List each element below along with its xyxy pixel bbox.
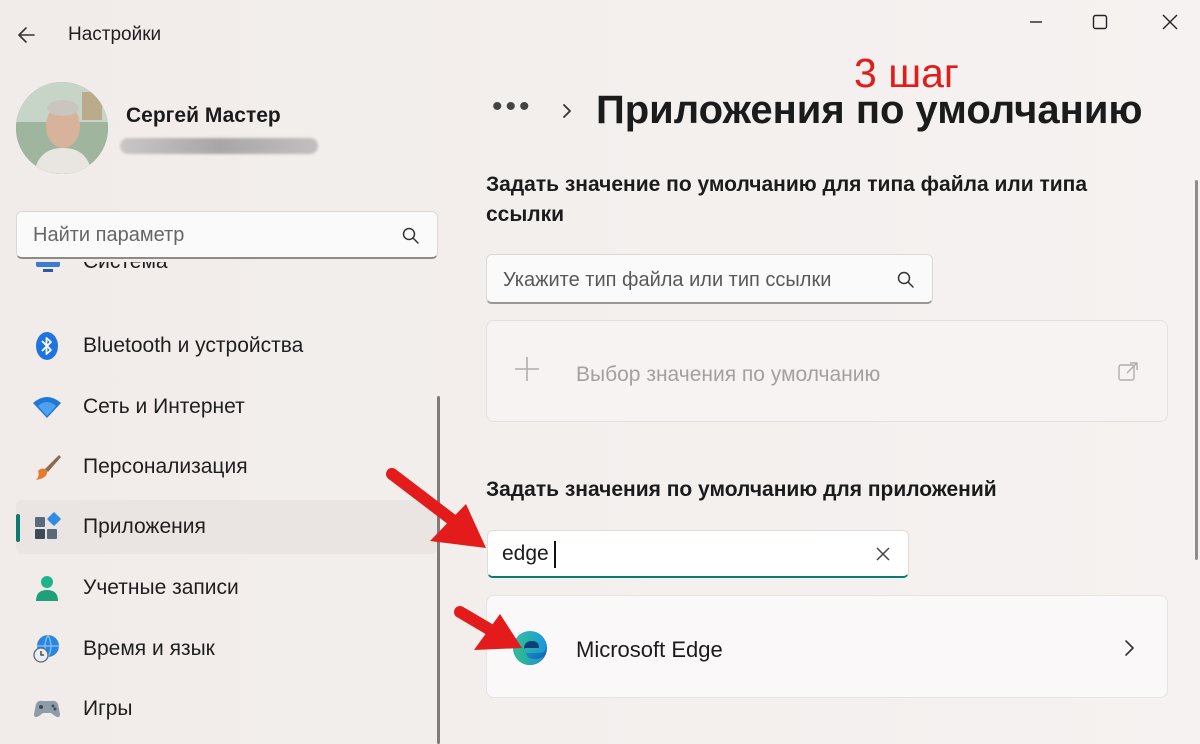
apps-section-title: Задать значения по умолчанию для приложе… bbox=[486, 478, 997, 501]
file-type-search-box[interactable] bbox=[486, 254, 933, 304]
sidebar-item-system-partial[interactable]: Система bbox=[16, 262, 438, 296]
user-email-redacted bbox=[120, 138, 318, 154]
system-icon bbox=[36, 262, 60, 272]
minimize-button[interactable] bbox=[1016, 8, 1056, 36]
wifi-icon bbox=[33, 397, 61, 418]
plus-icon bbox=[515, 357, 539, 381]
sidebar-item-label: Сеть и Интернет bbox=[83, 395, 245, 418]
sidebar-item-personalization[interactable]: Персонализация bbox=[16, 440, 438, 494]
microsoft-edge-icon bbox=[513, 631, 547, 665]
user-photo-icon bbox=[16, 82, 108, 174]
sidebar-item-time-language[interactable]: Время и язык bbox=[16, 622, 438, 676]
sidebar-item-accounts[interactable]: Учетные записи bbox=[16, 561, 438, 615]
maximize-icon bbox=[1092, 14, 1108, 30]
account-icon bbox=[36, 576, 58, 601]
close-button[interactable] bbox=[1150, 8, 1190, 36]
sidebar-item-label: Bluetooth и устройства bbox=[83, 334, 304, 357]
settings-search-input[interactable] bbox=[33, 224, 393, 247]
choose-default-card: Выбор значения по умолчанию bbox=[486, 320, 1168, 422]
sidebar-item-label: Персонализация bbox=[83, 455, 248, 478]
sidebar-item-network[interactable]: Сеть и Интернет bbox=[16, 380, 438, 434]
app-search-box[interactable]: edge bbox=[487, 530, 909, 578]
breadcrumb-overflow-button[interactable]: ••• bbox=[492, 90, 533, 124]
choose-default-label: Выбор значения по умолчанию bbox=[576, 363, 881, 386]
sidebar-item-label: Приложения bbox=[83, 515, 206, 538]
app-search-input[interactable]: edge bbox=[502, 542, 842, 566]
text-caret bbox=[554, 541, 556, 568]
back-arrow-icon bbox=[18, 27, 35, 43]
close-icon bbox=[1162, 14, 1178, 30]
sidebar-item-apps[interactable]: Приложения bbox=[16, 500, 438, 554]
content-scrollbar[interactable] bbox=[1195, 180, 1198, 560]
open-external-icon bbox=[1118, 362, 1138, 381]
gamepad-icon bbox=[34, 700, 60, 718]
app-result-microsoft-edge[interactable]: Microsoft Edge bbox=[486, 595, 1168, 698]
sidebar-item-label: Время и язык bbox=[83, 637, 215, 660]
sidebar-item-label: Система bbox=[83, 262, 168, 274]
avatar[interactable] bbox=[16, 82, 108, 174]
user-name: Сергей Мастер bbox=[126, 104, 281, 127]
file-type-search-input[interactable] bbox=[503, 269, 873, 292]
sidebar-item-gaming[interactable]: Игры bbox=[16, 682, 438, 736]
bluetooth-icon bbox=[36, 332, 58, 360]
file-type-section-title: Задать значение по умолчанию для типа фа… bbox=[486, 173, 1088, 226]
clear-icon[interactable] bbox=[874, 545, 892, 563]
back-button[interactable] bbox=[14, 22, 42, 48]
breadcrumb-chevron-icon bbox=[563, 104, 571, 118]
brush-icon bbox=[36, 455, 61, 480]
maximize-button[interactable] bbox=[1080, 8, 1120, 36]
time-language-icon bbox=[33, 634, 59, 663]
sidebar-item-bluetooth[interactable]: Bluetooth и устройства bbox=[16, 319, 438, 373]
search-icon[interactable] bbox=[896, 270, 916, 290]
step-annotation: 3 шаг bbox=[854, 50, 959, 96]
minimize-icon bbox=[1030, 21, 1042, 23]
sidebar-item-label: Игры bbox=[83, 697, 133, 720]
active-nav-indicator bbox=[16, 514, 20, 542]
app-title: Настройки bbox=[68, 24, 162, 45]
settings-search-box[interactable] bbox=[16, 211, 438, 259]
apps-icon bbox=[35, 512, 61, 539]
app-name: Microsoft Edge bbox=[576, 637, 723, 662]
sidebar-item-label: Учетные записи bbox=[83, 576, 239, 599]
sidebar-scrollbar[interactable] bbox=[437, 396, 440, 744]
chevron-right-icon bbox=[1125, 640, 1134, 656]
search-icon[interactable] bbox=[401, 226, 421, 246]
